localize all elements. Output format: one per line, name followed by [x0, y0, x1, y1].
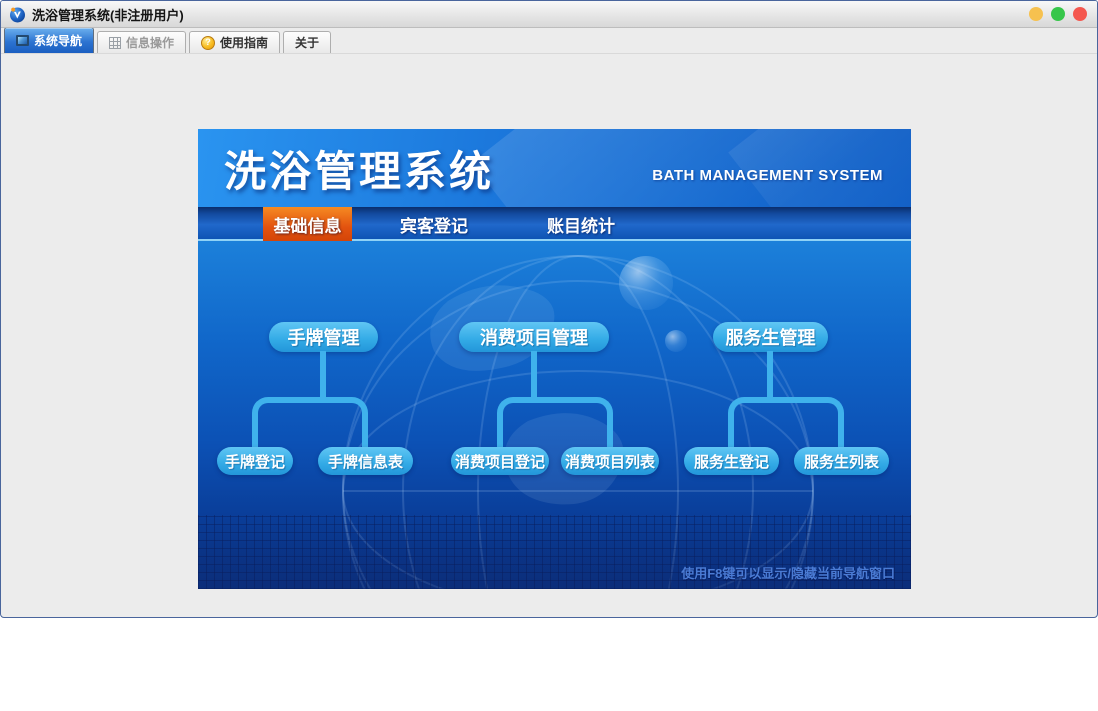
tab-system-navigation[interactable]: 系统导航 [4, 27, 95, 53]
navigation-panel: 洗浴管理系统 BATH MANAGEMENT SYSTEM 基础信息 宾客登记 … [198, 129, 911, 591]
connector-bracket [497, 397, 613, 451]
main-tab-strip: 系统导航 信息操作 ? 使用指南 关于 [1, 27, 1097, 54]
help-coin-icon: ? [201, 35, 216, 50]
tree-node-consume-item-management[interactable]: 消费项目管理 [459, 322, 609, 352]
tab-user-guide[interactable]: ? 使用指南 [189, 31, 281, 53]
grid-icon [109, 36, 122, 49]
window-controls [1029, 7, 1087, 21]
tree-node-waiter-management[interactable]: 服务生管理 [713, 322, 828, 352]
panel-subtitle: BATH MANAGEMENT SYSTEM [652, 167, 883, 184]
tab-info-operations[interactable]: 信息操作 [97, 31, 187, 53]
connector-bracket [252, 397, 368, 451]
panel-title: 洗浴管理系统 [224, 148, 495, 195]
nav-item-guest-registration[interactable]: 宾客登记 [388, 207, 480, 241]
tab-about[interactable]: 关于 [283, 31, 332, 53]
tab-label: 关于 [295, 36, 320, 50]
tree-node-consume-item-register[interactable]: 消费项目登记 [451, 447, 549, 475]
connector-stem [531, 351, 537, 399]
close-button[interactable] [1073, 7, 1087, 21]
app-icon [10, 7, 25, 22]
tree-node-consume-item-list[interactable]: 消费项目列表 [561, 447, 659, 475]
tree-node-hand-tag-management[interactable]: 手牌管理 [269, 322, 378, 352]
tree-node-hand-tag-register[interactable]: 手牌登记 [217, 447, 293, 475]
navigation-tree: 手牌管理 手牌登记 手牌信息表 消费项目管理 消费项目登记 消费项目列表 服务生… [198, 241, 911, 589]
nav-item-account-statistics[interactable]: 账目统计 [535, 207, 627, 241]
minimize-button[interactable] [1029, 7, 1043, 21]
water-droplet [619, 256, 673, 310]
tree-node-waiter-register[interactable]: 服务生登记 [684, 447, 779, 475]
panel-banner: 洗浴管理系统 BATH MANAGEMENT SYSTEM [198, 129, 911, 207]
app-window: 洗浴管理系统(非注册用户) 系统导航 信息操作 ? 使用指南 关于 洗浴管理系统… [0, 0, 1098, 618]
tab-label: 信息操作 [126, 36, 175, 50]
tree-node-waiter-list[interactable]: 服务生列表 [794, 447, 889, 475]
maximize-button[interactable] [1051, 7, 1065, 21]
tree-node-hand-tag-info-table[interactable]: 手牌信息表 [318, 447, 413, 475]
monitor-icon [16, 35, 29, 46]
window-title: 洗浴管理系统(非注册用户) [32, 7, 184, 23]
connector-stem [767, 351, 773, 399]
connector-stem [320, 351, 326, 399]
title-bar[interactable]: 洗浴管理系统(非注册用户) [1, 1, 1097, 28]
panel-nav-bar: 基础信息 宾客登记 账目统计 [198, 207, 911, 241]
connector-bracket [728, 397, 844, 451]
water-droplet [665, 330, 687, 352]
nav-item-basic-info[interactable]: 基础信息 [263, 207, 352, 241]
tab-label: 使用指南 [220, 36, 269, 50]
f8-hint-text: 使用F8键可以显示/隐藏当前导航窗口 [681, 566, 895, 581]
tab-label: 系统导航 [34, 34, 83, 48]
